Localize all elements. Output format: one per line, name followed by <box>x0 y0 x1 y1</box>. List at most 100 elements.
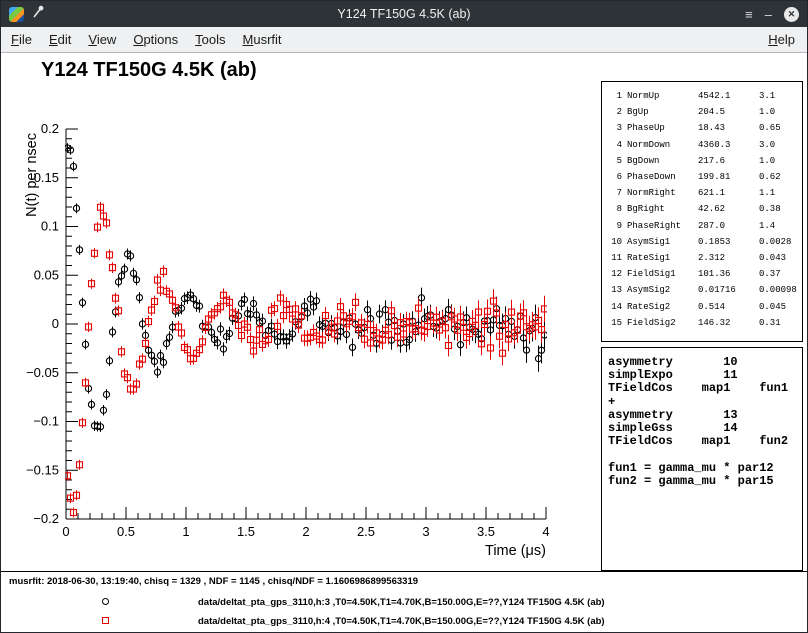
param-error: 0.31 <box>759 315 798 331</box>
menu-file[interactable]: File <box>11 32 32 47</box>
param-error: 0.38 <box>759 201 798 217</box>
close-icon[interactable]: ✕ <box>784 7 799 22</box>
param-row: 1NormUp4542.13.1 <box>608 88 798 104</box>
param-error: 3.0 <box>759 137 798 153</box>
param-error: 0.00098 <box>759 282 798 298</box>
param-idx: 9 <box>608 218 622 234</box>
param-row: 9PhaseRight287.01.4 <box>608 218 798 234</box>
param-value: 4360.3 <box>698 137 754 153</box>
svg-text:N(t) per nsec: N(t) per nsec <box>24 133 40 217</box>
app-window: Y124 TF150G 4.5K (ab) ≡ – ✕ File Edit View… <box>0 0 808 633</box>
param-name: NormUp <box>627 88 693 104</box>
param-row: 12FieldSig1101.360.37 <box>608 266 798 282</box>
param-idx: 11 <box>608 250 622 266</box>
param-row: 5BgDown217.61.0 <box>608 153 798 169</box>
param-idx: 1 <box>608 88 622 104</box>
menu-view[interactable]: View <box>88 32 116 47</box>
param-name: PhaseRight <box>627 218 693 234</box>
minimize-icon[interactable]: – <box>765 7 772 22</box>
pin-icon[interactable] <box>32 5 44 24</box>
theory-panel: asymmetry 10simplExpo 11TFieldCos map1 f… <box>601 347 803 571</box>
param-idx: 8 <box>608 201 622 217</box>
param-value: 0.01716 <box>698 282 754 298</box>
param-idx: 2 <box>608 104 622 120</box>
param-error: 0.62 <box>759 169 798 185</box>
param-value: 621.1 <box>698 185 754 201</box>
menu-help[interactable]: Help <box>768 32 795 47</box>
param-value: 18.43 <box>698 120 754 136</box>
theory-line: + <box>608 396 796 409</box>
legend-item: data/deltat_pta_gps_3110,h:3 ,T0=4.50K,T… <box>1 593 807 612</box>
legend-square-marker <box>102 617 109 624</box>
param-value: 146.32 <box>698 315 754 331</box>
plot-title: Y124 TF150G 4.5K (ab) <box>41 59 257 82</box>
window-menu-icon[interactable]: ≡ <box>745 7 753 22</box>
svg-text:2.5: 2.5 <box>357 524 375 539</box>
param-name: NormDown <box>627 137 693 153</box>
theory-line: fun2 = gamma_mu * par15 <box>608 475 796 488</box>
param-row: 3PhaseUp18.430.65 <box>608 120 798 136</box>
param-idx: 6 <box>608 169 622 185</box>
svg-text:Time (μs): Time (μs) <box>485 543 546 559</box>
param-idx: 15 <box>608 315 622 331</box>
svg-text:1: 1 <box>182 524 189 539</box>
param-value: 0.514 <box>698 299 754 315</box>
param-idx: 12 <box>608 266 622 282</box>
titlebar: Y124 TF150G 4.5K (ab) ≡ – ✕ <box>1 1 807 27</box>
param-value: 42.62 <box>698 201 754 217</box>
param-name: BgUp <box>627 104 693 120</box>
legend-text: data/deltat_pta_gps_3110,h:4 ,T0=4.50K,T… <box>198 616 605 627</box>
param-row: 4 NormDown 4360.3 3.0 <box>608 137 798 153</box>
param-name: BgDown <box>627 153 693 169</box>
theory-line: TFieldCos map1 fun1 <box>608 382 796 395</box>
legend-item: data/deltat_pta_gps_3110,h:4 ,T0=4.50K,T… <box>1 612 807 631</box>
param-error: 0.045 <box>759 299 798 315</box>
param-idx: 4 <box>608 137 622 153</box>
param-name: PhaseUp <box>627 120 693 136</box>
param-error: 0.043 <box>759 250 798 266</box>
param-value: 4542.1 <box>698 88 754 104</box>
menu-edit[interactable]: Edit <box>49 32 71 47</box>
plot-canvas[interactable]: 00.511.522.533.54−0.2−0.15−0.1−0.0500.05… <box>21 101 596 569</box>
series-square <box>65 202 548 517</box>
param-row: 11 RateSig1 2.312 0.043 <box>608 250 798 266</box>
menubar: File Edit View Options Tools Musrfit Help <box>1 27 807 53</box>
param-name: RateSig1 <box>627 250 693 266</box>
param-error: 0.0028 <box>759 234 798 250</box>
param-idx: 3 <box>608 120 622 136</box>
param-row: 7 NormRight 621.1 1.1 <box>608 185 798 201</box>
svg-text:0: 0 <box>52 316 59 331</box>
param-value: 2.312 <box>698 250 754 266</box>
param-name: NormRight <box>627 185 693 201</box>
param-row: 13 AsymSig2 0.01716 0.00098 <box>608 282 798 298</box>
param-value: 287.0 <box>698 218 754 234</box>
param-name: BgRight <box>627 201 693 217</box>
param-value: 204.5 <box>698 104 754 120</box>
param-name: AsymSig1 <box>627 234 693 250</box>
menu-options[interactable]: Options <box>133 32 178 47</box>
param-error: 1.1 <box>759 185 798 201</box>
param-row: 6PhaseDown199.810.62 <box>608 169 798 185</box>
param-idx: 7 <box>608 185 622 201</box>
menu-musrfit[interactable]: Musrfit <box>243 32 282 47</box>
param-idx: 13 <box>608 282 622 298</box>
svg-text:−0.15: −0.15 <box>26 462 59 477</box>
svg-text:3.5: 3.5 <box>477 524 495 539</box>
param-error: 1.0 <box>759 153 798 169</box>
stats-separator <box>1 571 807 572</box>
theory-line: fun1 = gamma_mu * par12 <box>608 462 796 475</box>
legend-circle-marker <box>102 598 109 605</box>
param-value: 0.1853 <box>698 234 754 250</box>
param-value: 199.81 <box>698 169 754 185</box>
theory-line <box>608 448 796 461</box>
app-icon <box>9 7 24 22</box>
param-row: 14RateSig20.5140.045 <box>608 299 798 315</box>
param-error: 1.0 <box>759 104 798 120</box>
param-row: 2 BgUp 204.5 1.0 <box>608 104 798 120</box>
svg-text:2: 2 <box>302 524 309 539</box>
legend-text: data/deltat_pta_gps_3110,h:3 ,T0=4.50K,T… <box>198 597 605 608</box>
fit-stats: musrfit: 2018-06-30, 13:19:40, chisq = 1… <box>9 576 418 587</box>
menu-tools[interactable]: Tools <box>195 32 225 47</box>
param-value: 217.6 <box>698 153 754 169</box>
param-name: AsymSig2 <box>627 282 693 298</box>
